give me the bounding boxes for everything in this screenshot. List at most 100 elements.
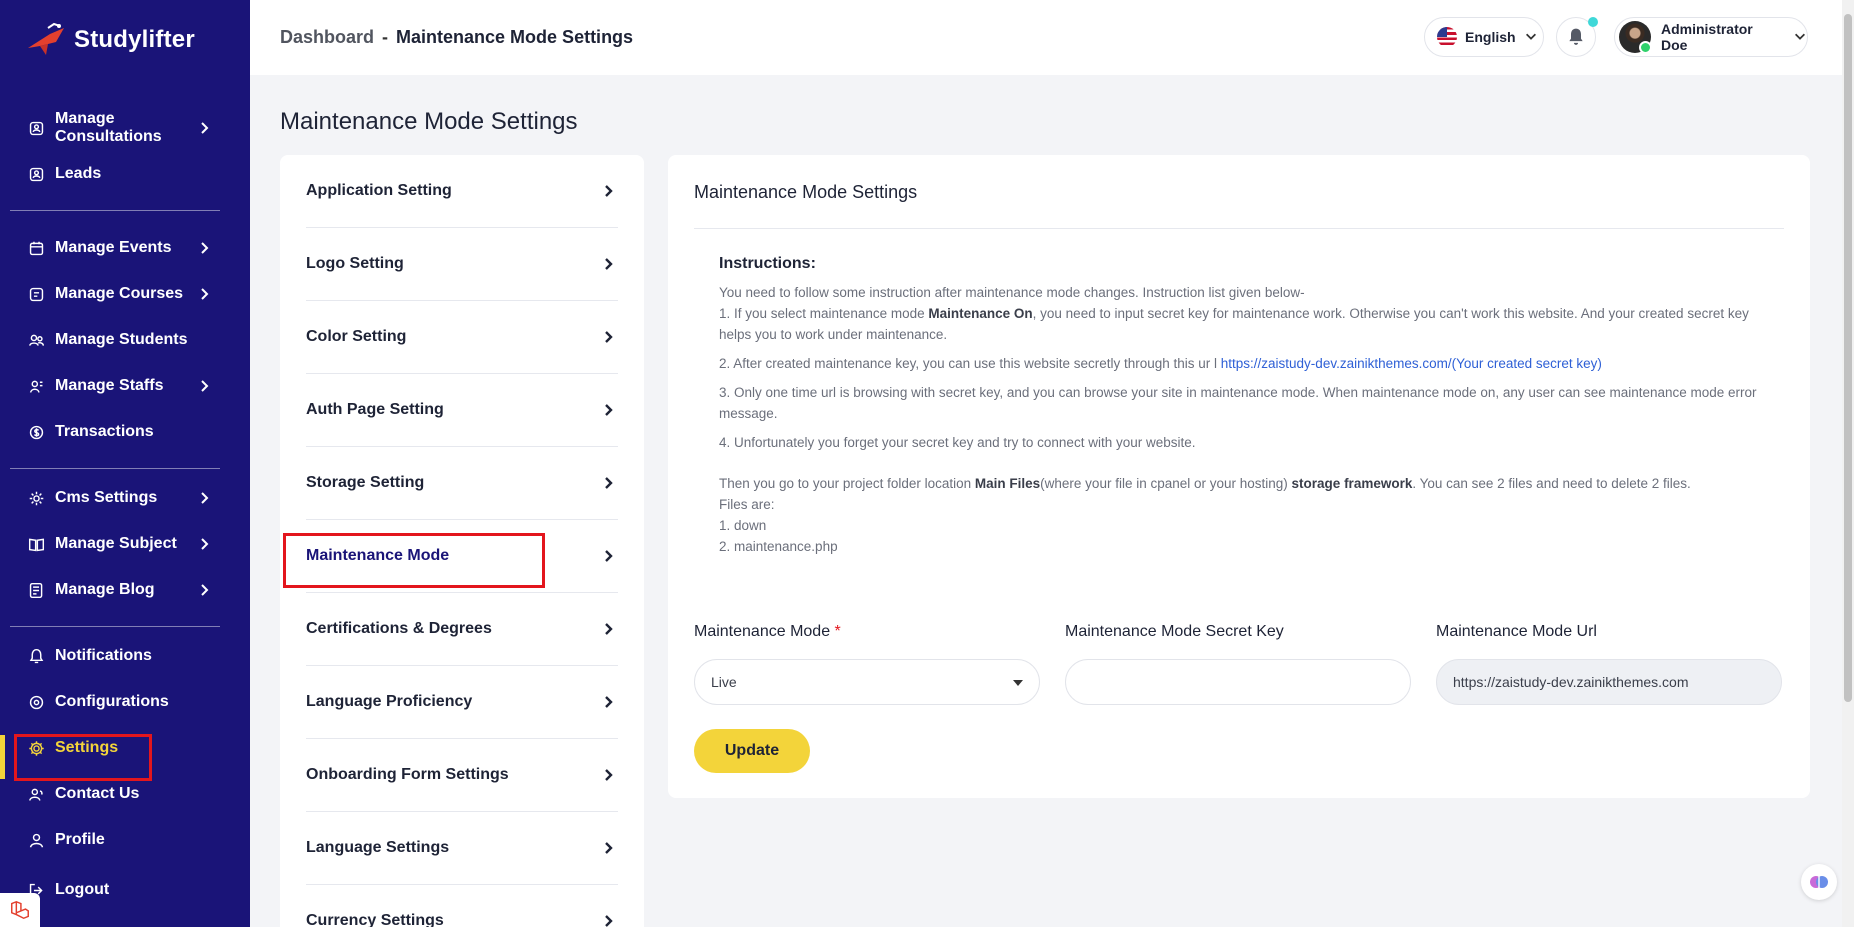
sidebar-item-manage-events[interactable]: Manage Events: [10, 225, 220, 271]
settings-menu-item-certifications-and-degrees[interactable]: Certifications & Degrees: [306, 593, 618, 666]
settings-menu-item-application-setting[interactable]: Application Setting: [306, 155, 618, 228]
chevron-down-icon: [1793, 29, 1807, 46]
chevron-right-icon: [196, 536, 212, 552]
configurations-icon: [28, 694, 45, 711]
breadcrumb-separator: -: [382, 27, 389, 47]
user-menu[interactable]: Administrator Doe: [1614, 17, 1808, 57]
us-flag-icon: [1437, 27, 1457, 47]
language-selector[interactable]: English: [1424, 17, 1544, 57]
brand-logo-icon: [28, 22, 64, 55]
brand[interactable]: Studylifter: [26, 22, 195, 58]
chevron-right-icon: [196, 490, 212, 506]
chevron-right-icon: [196, 286, 212, 302]
sidebar-item-leads[interactable]: Leads: [10, 151, 220, 197]
book-icon: [28, 536, 45, 553]
sidebar-item-profile[interactable]: Profile: [10, 817, 220, 863]
sidebar-item-label: Transactions: [55, 423, 154, 440]
sidebar-item-notifications[interactable]: Notifications: [10, 633, 220, 679]
sidebar-item-label: Configurations: [55, 693, 169, 710]
page-scrollbar[interactable]: [1842, 0, 1854, 927]
secret-key-input[interactable]: [1065, 659, 1411, 705]
settings-menu-item-language-settings[interactable]: Language Settings: [306, 812, 618, 885]
sidebar-item-manage-courses[interactable]: Manage Courses: [10, 271, 220, 317]
sidebar-item-label: Manage Staffs: [55, 377, 164, 394]
maintenance-mode-select[interactable]: Live: [694, 659, 1040, 705]
user-name: Administrator Doe: [1660, 21, 1753, 53]
update-button[interactable]: Update: [694, 729, 810, 773]
calendar-icon: [28, 240, 45, 257]
sidebar-group: Manage Consultations Leads: [10, 105, 220, 224]
contact-icon: [28, 786, 45, 803]
settings-menu-item-language-proficiency[interactable]: Language Proficiency: [306, 666, 618, 739]
files-are-label: Files are:: [719, 497, 775, 512]
instructions-title: Instructions:: [719, 255, 816, 272]
assistant-floating-button[interactable]: [1801, 864, 1837, 900]
settings-menu-label: Color Setting: [306, 328, 407, 345]
chevron-right-icon: [600, 548, 616, 569]
maintenance-mode-value: Live: [711, 674, 737, 690]
settings-menu-label: Language Proficiency: [306, 693, 473, 710]
settings-menu-item-currency-settings[interactable]: Currency Settings: [306, 885, 618, 927]
chevron-right-icon: [600, 402, 616, 423]
sidebar-item-label: Cms Settings: [55, 489, 158, 506]
sidebar-item-manage-blog[interactable]: Manage Blog: [10, 567, 220, 613]
sidebar-item-label: Profile: [55, 831, 105, 848]
sidebar-item-manage-subject[interactable]: Manage Subject: [10, 521, 220, 567]
maintenance-url-field[interactable]: https://zaistudy-dev.zainikthemes.com: [1436, 659, 1782, 705]
breadcrumb: Dashboard - Maintenance Mode Settings: [280, 27, 633, 48]
instruction-step-3: 3. Only one time url is browsing with se…: [719, 385, 1757, 421]
staffs-icon: [28, 378, 45, 395]
sidebar-divider: [10, 210, 220, 211]
divider: [694, 228, 1784, 229]
sidebar-divider: [10, 468, 220, 469]
settings-menu-item-auth-page-setting[interactable]: Auth Page Setting: [306, 374, 618, 447]
laravel-icon[interactable]: [0, 893, 40, 927]
bell-icon: [28, 648, 45, 665]
settings-menu-item-storage-setting[interactable]: Storage Setting: [306, 447, 618, 520]
settings-menu-item-onboarding-form-settings[interactable]: Onboarding Form Settings: [306, 739, 618, 812]
sidebar-group: Cms Settings Manage Subject Manage Blog: [10, 475, 220, 640]
sidebar-item-label: Leads: [55, 165, 102, 182]
settings-menu-item-color-setting[interactable]: Color Setting: [306, 301, 618, 374]
sidebar-item-cms-settings[interactable]: Cms Settings: [10, 475, 220, 521]
instructions: Instructions: You need to follow some in…: [719, 253, 1769, 557]
secret-key-label: Maintenance Mode Secret Key: [1065, 623, 1284, 640]
chevron-right-icon: [600, 694, 616, 715]
page-title: Maintenance Mode Settings: [280, 108, 578, 135]
settings-menu-label: Logo Setting: [306, 255, 404, 272]
sidebar-item-transactions[interactable]: Transactions: [10, 409, 220, 455]
language-label: English: [1465, 29, 1516, 45]
sidebar-item-label: Contact Us: [55, 785, 140, 802]
chevron-right-icon: [196, 378, 212, 394]
sidebar-item-logout[interactable]: Logout: [10, 867, 220, 913]
cms-settings-icon: [28, 490, 45, 507]
sidebar-item-label: Logout: [55, 881, 110, 898]
active-indicator: [0, 735, 5, 779]
secret-url-link[interactable]: https://zaistudy-dev.zainikthemes.com/(Y…: [1221, 356, 1602, 371]
maintenance-mode-highlight-box: [283, 533, 545, 588]
file-item-1: 1. down: [719, 518, 767, 533]
settings-menu-label: Currency Settings: [306, 912, 444, 927]
settings-menu-item-logo-setting[interactable]: Logo Setting: [306, 228, 618, 301]
sidebar-item-configurations[interactable]: Configurations: [10, 679, 220, 725]
sidebar-item-manage-students[interactable]: Manage Students: [10, 317, 220, 363]
chevron-right-icon: [600, 183, 616, 204]
sidebar: Studylifter Manage Consultations Leads Man…: [0, 0, 250, 927]
blog-icon: [28, 582, 45, 599]
maintenance-mode-label: Maintenance Mode *: [694, 623, 841, 640]
consultations-icon: [28, 120, 45, 137]
file-item-2: 2. maintenance.php: [719, 539, 838, 554]
sidebar-item-manage-staffs[interactable]: Manage Staffs: [10, 363, 220, 409]
transactions-icon: [28, 424, 45, 441]
settings-menu-label: Onboarding Form Settings: [306, 766, 509, 783]
breadcrumb-dashboard[interactable]: Dashboard: [280, 27, 374, 48]
brain-icon: [1810, 876, 1828, 888]
instruction-step-2: 2. After created maintenance key, you ca…: [719, 356, 1602, 371]
scrollbar-thumb[interactable]: [1844, 14, 1852, 702]
chevron-right-icon: [600, 256, 616, 277]
sidebar-item-label: Manage Subject: [55, 535, 177, 552]
settings-menu-label: Certifications & Degrees: [306, 620, 492, 637]
sidebar-item-manage-consultations[interactable]: Manage Consultations: [10, 105, 220, 151]
settings-menu-label: Language Settings: [306, 839, 450, 856]
maintenance-settings-card: Maintenance Mode Settings Instructions: …: [668, 155, 1810, 798]
